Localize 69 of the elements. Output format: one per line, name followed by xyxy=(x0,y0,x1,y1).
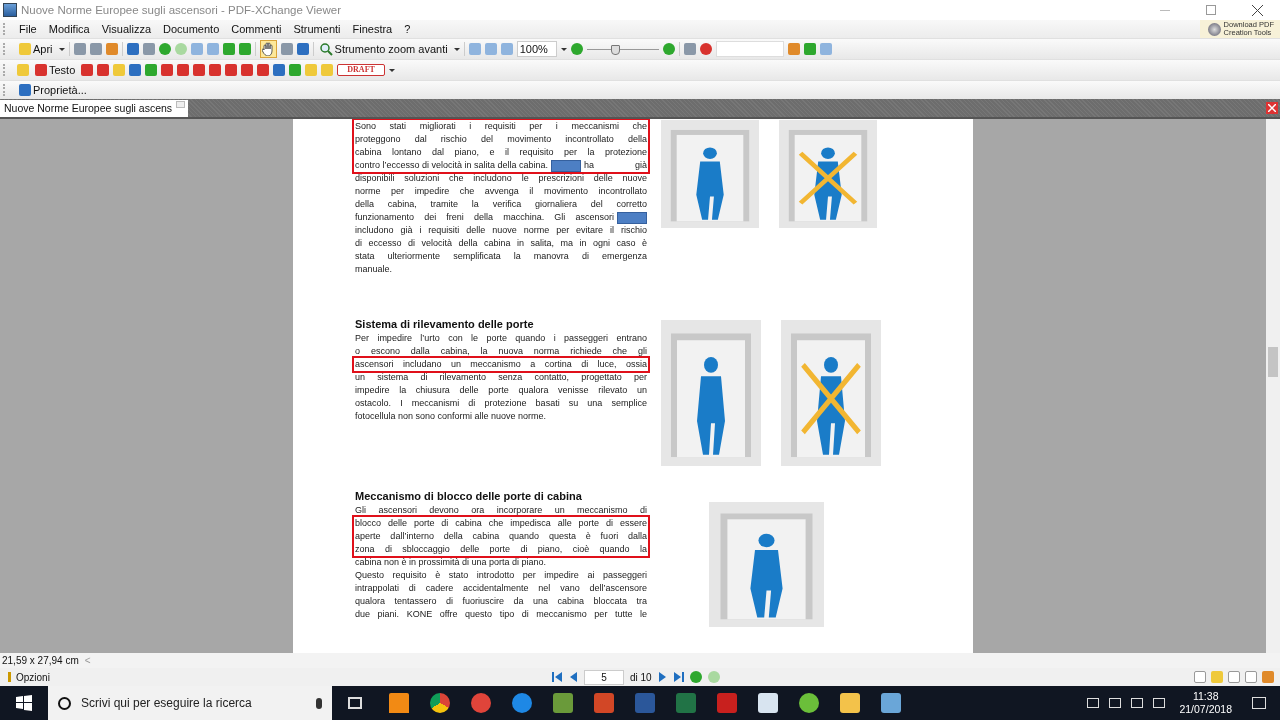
text-line: zona di sbloccaggio delle porte di piano, cioè quando la xyxy=(355,543,647,556)
properties-button[interactable]: Proprietà... xyxy=(17,84,89,96)
text-line: di eccesso di velocità della cabina in salita, ma in ogni caso è xyxy=(355,237,647,250)
slider-thumb[interactable] xyxy=(611,45,621,55)
text-line: manuale. xyxy=(355,263,394,276)
hand-tool-button[interactable] xyxy=(259,40,277,58)
text-line: un sistema di rilevamento senza contatto, progettato per xyxy=(355,371,647,384)
draft-stamp-button[interactable]: DRAFT xyxy=(337,64,385,76)
menu-item[interactable]: File xyxy=(13,23,43,35)
text-line: funzionamento dei freni della macchina. Gli ascensori xyxy=(355,211,614,224)
menu-item[interactable]: Visualizza xyxy=(95,23,158,35)
text-line: norme per impedire che avvenga il movimento incontrollato xyxy=(355,185,647,198)
microphone-icon[interactable] xyxy=(316,697,322,709)
text-line: qualora tentassero di fuoriuscire da una cabina bloccata tra xyxy=(355,595,647,608)
window-title: Nuove Norme Europee sugli ascensori - PDF-XChange Viewer xyxy=(21,4,342,16)
section-heading: Sistema di rilevamento delle porte xyxy=(355,317,535,332)
text-line: Questo requisito è stato introdotto per impedire ai passeggeri xyxy=(355,569,647,582)
previous-page-icon[interactable] xyxy=(568,672,578,682)
document-tab[interactable]: Nuove Norme Europee sugli ascens xyxy=(0,100,188,117)
text-line: proteggono dal rischio del movimento incontrollato della xyxy=(355,133,647,146)
menu-item[interactable]: Strumenti xyxy=(287,23,347,35)
text-line: fotocellula non sono conformi alle nuove norme. xyxy=(355,410,548,423)
magnifier-icon xyxy=(319,42,333,56)
text-line: aperte dall’interno della cabina quando questa è fuori dalla xyxy=(355,530,647,543)
menu-item[interactable]: Commenti xyxy=(225,23,288,35)
text-line: Sono stati migliorati i requisiti per i meccanismi che xyxy=(355,120,647,133)
text-line: Per impedire l’urto con le porte quando i passeggeri entrano xyxy=(355,332,647,345)
page-number-field[interactable]: 5 xyxy=(584,669,624,685)
text-line: o escono dalla cabina, la nuova norma richiede che gli xyxy=(355,345,647,358)
next-page-icon[interactable] xyxy=(657,672,668,682)
windows-logo-icon xyxy=(16,695,32,711)
clock[interactable]: 11:38 21/07/2018 xyxy=(1175,690,1236,716)
section-heading: Meccanismo di blocco delle porte di cabina xyxy=(355,489,583,504)
zoom-tool-button[interactable]: Strumento zoom avanti xyxy=(317,42,450,56)
search-field[interactable] xyxy=(715,41,784,57)
task-view-icon[interactable] xyxy=(348,697,362,709)
page-size-label: 21,59 x 27,94 cm xyxy=(2,655,79,666)
text-line: Gli ascensori devono ora incorporare un meccanismo di xyxy=(355,504,647,517)
page-count-label: di 10 xyxy=(630,671,652,683)
hand-icon xyxy=(262,42,275,56)
text-line: ha già xyxy=(584,159,647,172)
text-line: disponibili soluzioni che includono le prescrizioni delle nuove xyxy=(355,172,647,185)
zoom-field[interactable]: 100% xyxy=(516,41,557,57)
text-line: impedire la chiusura delle porte qualora venisse rilevato un xyxy=(355,384,647,397)
text-line: ascensori includano un meccanismo a cortina di luce, ossia xyxy=(355,358,647,371)
menu-item[interactable]: Modifica xyxy=(42,23,96,35)
menu-item[interactable]: Documento xyxy=(157,23,226,35)
open-button[interactable]: Apri xyxy=(17,43,55,55)
text-tool-button[interactable]: Testo xyxy=(33,64,78,76)
last-page-icon[interactable] xyxy=(673,672,684,682)
text-line: della cabina, tramite la verifica giornaliera del corretto xyxy=(355,198,647,211)
taskbar-search-field[interactable]: Scrivi qui per eseguire la ricerca xyxy=(48,686,332,720)
close-document-button[interactable] xyxy=(1266,102,1278,114)
options-button[interactable]: Opzioni xyxy=(6,671,52,683)
text-line: blocco delle porte di cabina che impedisca alle porte di essere xyxy=(355,517,647,530)
app-logo-icon xyxy=(3,3,17,17)
vertical-scrollbar[interactable] xyxy=(1266,119,1280,653)
text-line: includono già i requisiti delle nuove norme per evitare il rischio xyxy=(355,224,647,237)
menu-item[interactable]: ? xyxy=(398,23,417,35)
search-icon xyxy=(58,696,71,710)
menu-item[interactable]: Finestra xyxy=(346,23,399,35)
first-page-icon[interactable] xyxy=(552,672,562,682)
text-line: contro l’eccesso di velocità in salita della cabina. xyxy=(355,159,549,172)
text-line: stata ulteriormente semplificata la manovra di emergenza xyxy=(355,250,647,263)
text-line: cabina lontano dal piano, e il requisito per la protezione xyxy=(355,146,647,159)
text-line: intrappolati di cadere accidentalmente nel vano dell’ascensore xyxy=(355,582,647,595)
text-line: due piani. KONE offre questo tipo di meccanismo per tutte le xyxy=(355,608,647,621)
text-line: cabina non è in prossimità di una porta di piano. xyxy=(355,556,548,569)
text-line: ostacolo. I meccanismi di protezione basati su una semplice xyxy=(355,397,647,410)
